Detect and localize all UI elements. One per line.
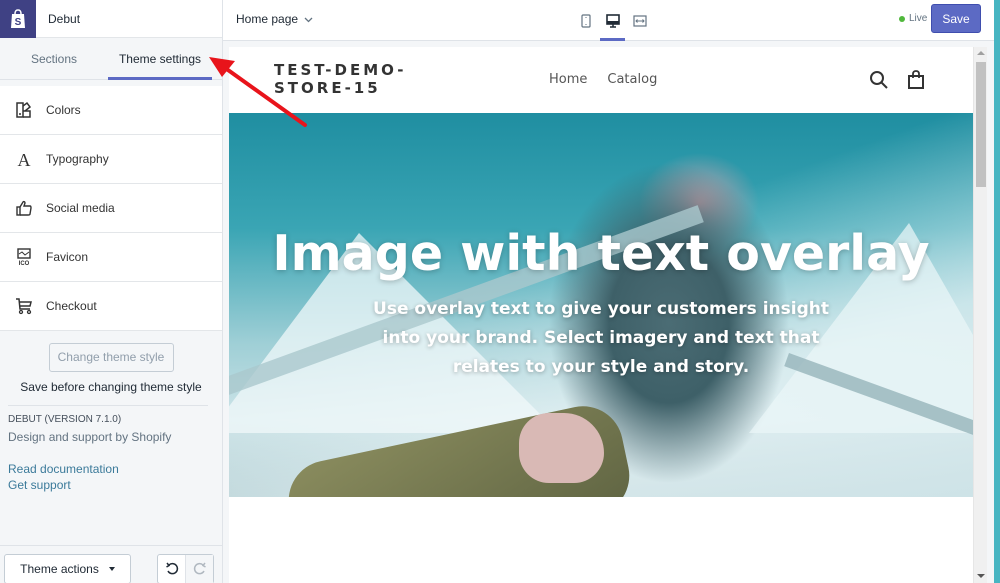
help-links: Read documentation Get support: [8, 461, 214, 493]
live-status: Live: [899, 13, 927, 24]
favicon-ico-icon: ICO: [14, 247, 34, 267]
settings-item-typography[interactable]: A Typography: [0, 135, 222, 184]
chevron-down-icon: [304, 12, 313, 26]
scroll-up-arrow-icon[interactable]: [977, 51, 985, 55]
brand-header: S Debut: [0, 0, 222, 38]
settings-list: Colors A Typography Social media ICO Fav…: [0, 86, 222, 331]
get-support-link[interactable]: Get support: [8, 477, 214, 493]
typography-icon: A: [14, 149, 34, 169]
shopify-bag-icon[interactable]: S: [0, 0, 36, 38]
settings-item-favicon[interactable]: ICO Favicon: [0, 233, 222, 282]
live-status-label: Live: [909, 13, 928, 24]
scroll-down-arrow-icon[interactable]: [977, 574, 985, 578]
device-switcher: [573, 0, 654, 41]
shopping-bag-icon[interactable]: [907, 70, 925, 95]
svg-text:A: A: [18, 150, 31, 168]
scroll-thumb[interactable]: [976, 62, 986, 187]
theme-support-text: Design and support by Shopify: [8, 430, 172, 444]
store-nav: Home Catalog: [549, 72, 677, 87]
window-edge: [994, 0, 1000, 583]
settings-item-label: Colors: [46, 103, 81, 117]
change-style-note: Save before changing theme style: [20, 380, 202, 394]
search-icon[interactable]: [869, 70, 889, 95]
thumbs-up-icon: [14, 198, 34, 218]
redo-icon[interactable]: [185, 555, 213, 583]
sidebar-tabs: Sections Theme settings: [0, 38, 222, 80]
settings-item-colors[interactable]: Colors: [0, 86, 222, 135]
settings-item-label: Social media: [46, 201, 115, 215]
undo-icon[interactable]: [158, 555, 185, 583]
settings-item-label: Typography: [46, 152, 109, 166]
store-logo[interactable]: TEST-DEMO- STORE-15: [274, 61, 406, 97]
undo-redo-group: [157, 554, 214, 583]
page-selector-label: Home page: [236, 12, 299, 26]
store-name-line1: TEST-DEMO-: [274, 61, 407, 79]
theme-editor: S Debut Sections Theme settings Colors A…: [0, 0, 1000, 583]
settings-item-checkout[interactable]: Checkout: [0, 282, 222, 331]
caret-down-icon: [108, 567, 115, 571]
tab-sections[interactable]: Sections: [0, 38, 108, 80]
store-name-line2: STORE-15: [274, 79, 381, 97]
theme-version: DEBUT (VERSION 7.1.0): [8, 414, 122, 425]
store-header-icons: [869, 70, 943, 95]
desktop-view-icon[interactable]: [600, 0, 625, 41]
nav-home[interactable]: Home: [549, 72, 587, 87]
change-theme-style-button[interactable]: Change theme style: [48, 343, 174, 372]
page-selector[interactable]: Home page: [236, 0, 313, 38]
colors-palette-icon: [14, 100, 34, 120]
live-dot-icon: [899, 15, 905, 22]
settings-item-label: Favicon: [46, 250, 89, 264]
nav-catalog[interactable]: Catalog: [607, 72, 657, 87]
hero-image-with-text-overlay[interactable]: Image with text overlay Use overlay text…: [229, 113, 973, 497]
mobile-view-icon[interactable]: [573, 0, 598, 41]
store-header: TEST-DEMO- STORE-15 Home Catalog: [229, 47, 973, 113]
theme-actions-label: Theme actions: [20, 562, 99, 576]
fullscreen-view-icon[interactable]: [627, 0, 652, 41]
theme-info: DEBUT (VERSION 7.1.0) Design and support…: [0, 414, 222, 493]
theme-style-section: Change theme style Save before changing …: [0, 331, 222, 394]
hero-hand: [519, 413, 604, 483]
hero-text: Use overlay text to give your customers …: [373, 299, 829, 377]
store-preview: TEST-DEMO- STORE-15 Home Catalog Image w…: [229, 47, 973, 583]
settings-item-social-media[interactable]: Social media: [0, 184, 222, 233]
theme-name: Debut: [48, 11, 81, 26]
theme-actions-button[interactable]: Theme actions: [4, 554, 131, 583]
svg-text:S: S: [15, 17, 22, 28]
cart-icon: [14, 296, 34, 316]
sidebar-footer: Theme actions: [0, 545, 222, 583]
settings-item-label: Checkout: [46, 299, 97, 313]
divider: [8, 405, 208, 406]
svg-text:ICO: ICO: [19, 261, 30, 266]
top-bar: Home page Live Save: [223, 0, 1000, 41]
save-button[interactable]: Save: [931, 4, 981, 33]
sidebar: S Debut Sections Theme settings Colors A…: [0, 0, 223, 583]
tab-theme-settings[interactable]: Theme settings: [108, 38, 212, 80]
preview-scrollbar[interactable]: [973, 47, 987, 583]
hero-title: Image with text overlay: [272, 225, 930, 282]
read-documentation-link[interactable]: Read documentation: [8, 461, 214, 477]
